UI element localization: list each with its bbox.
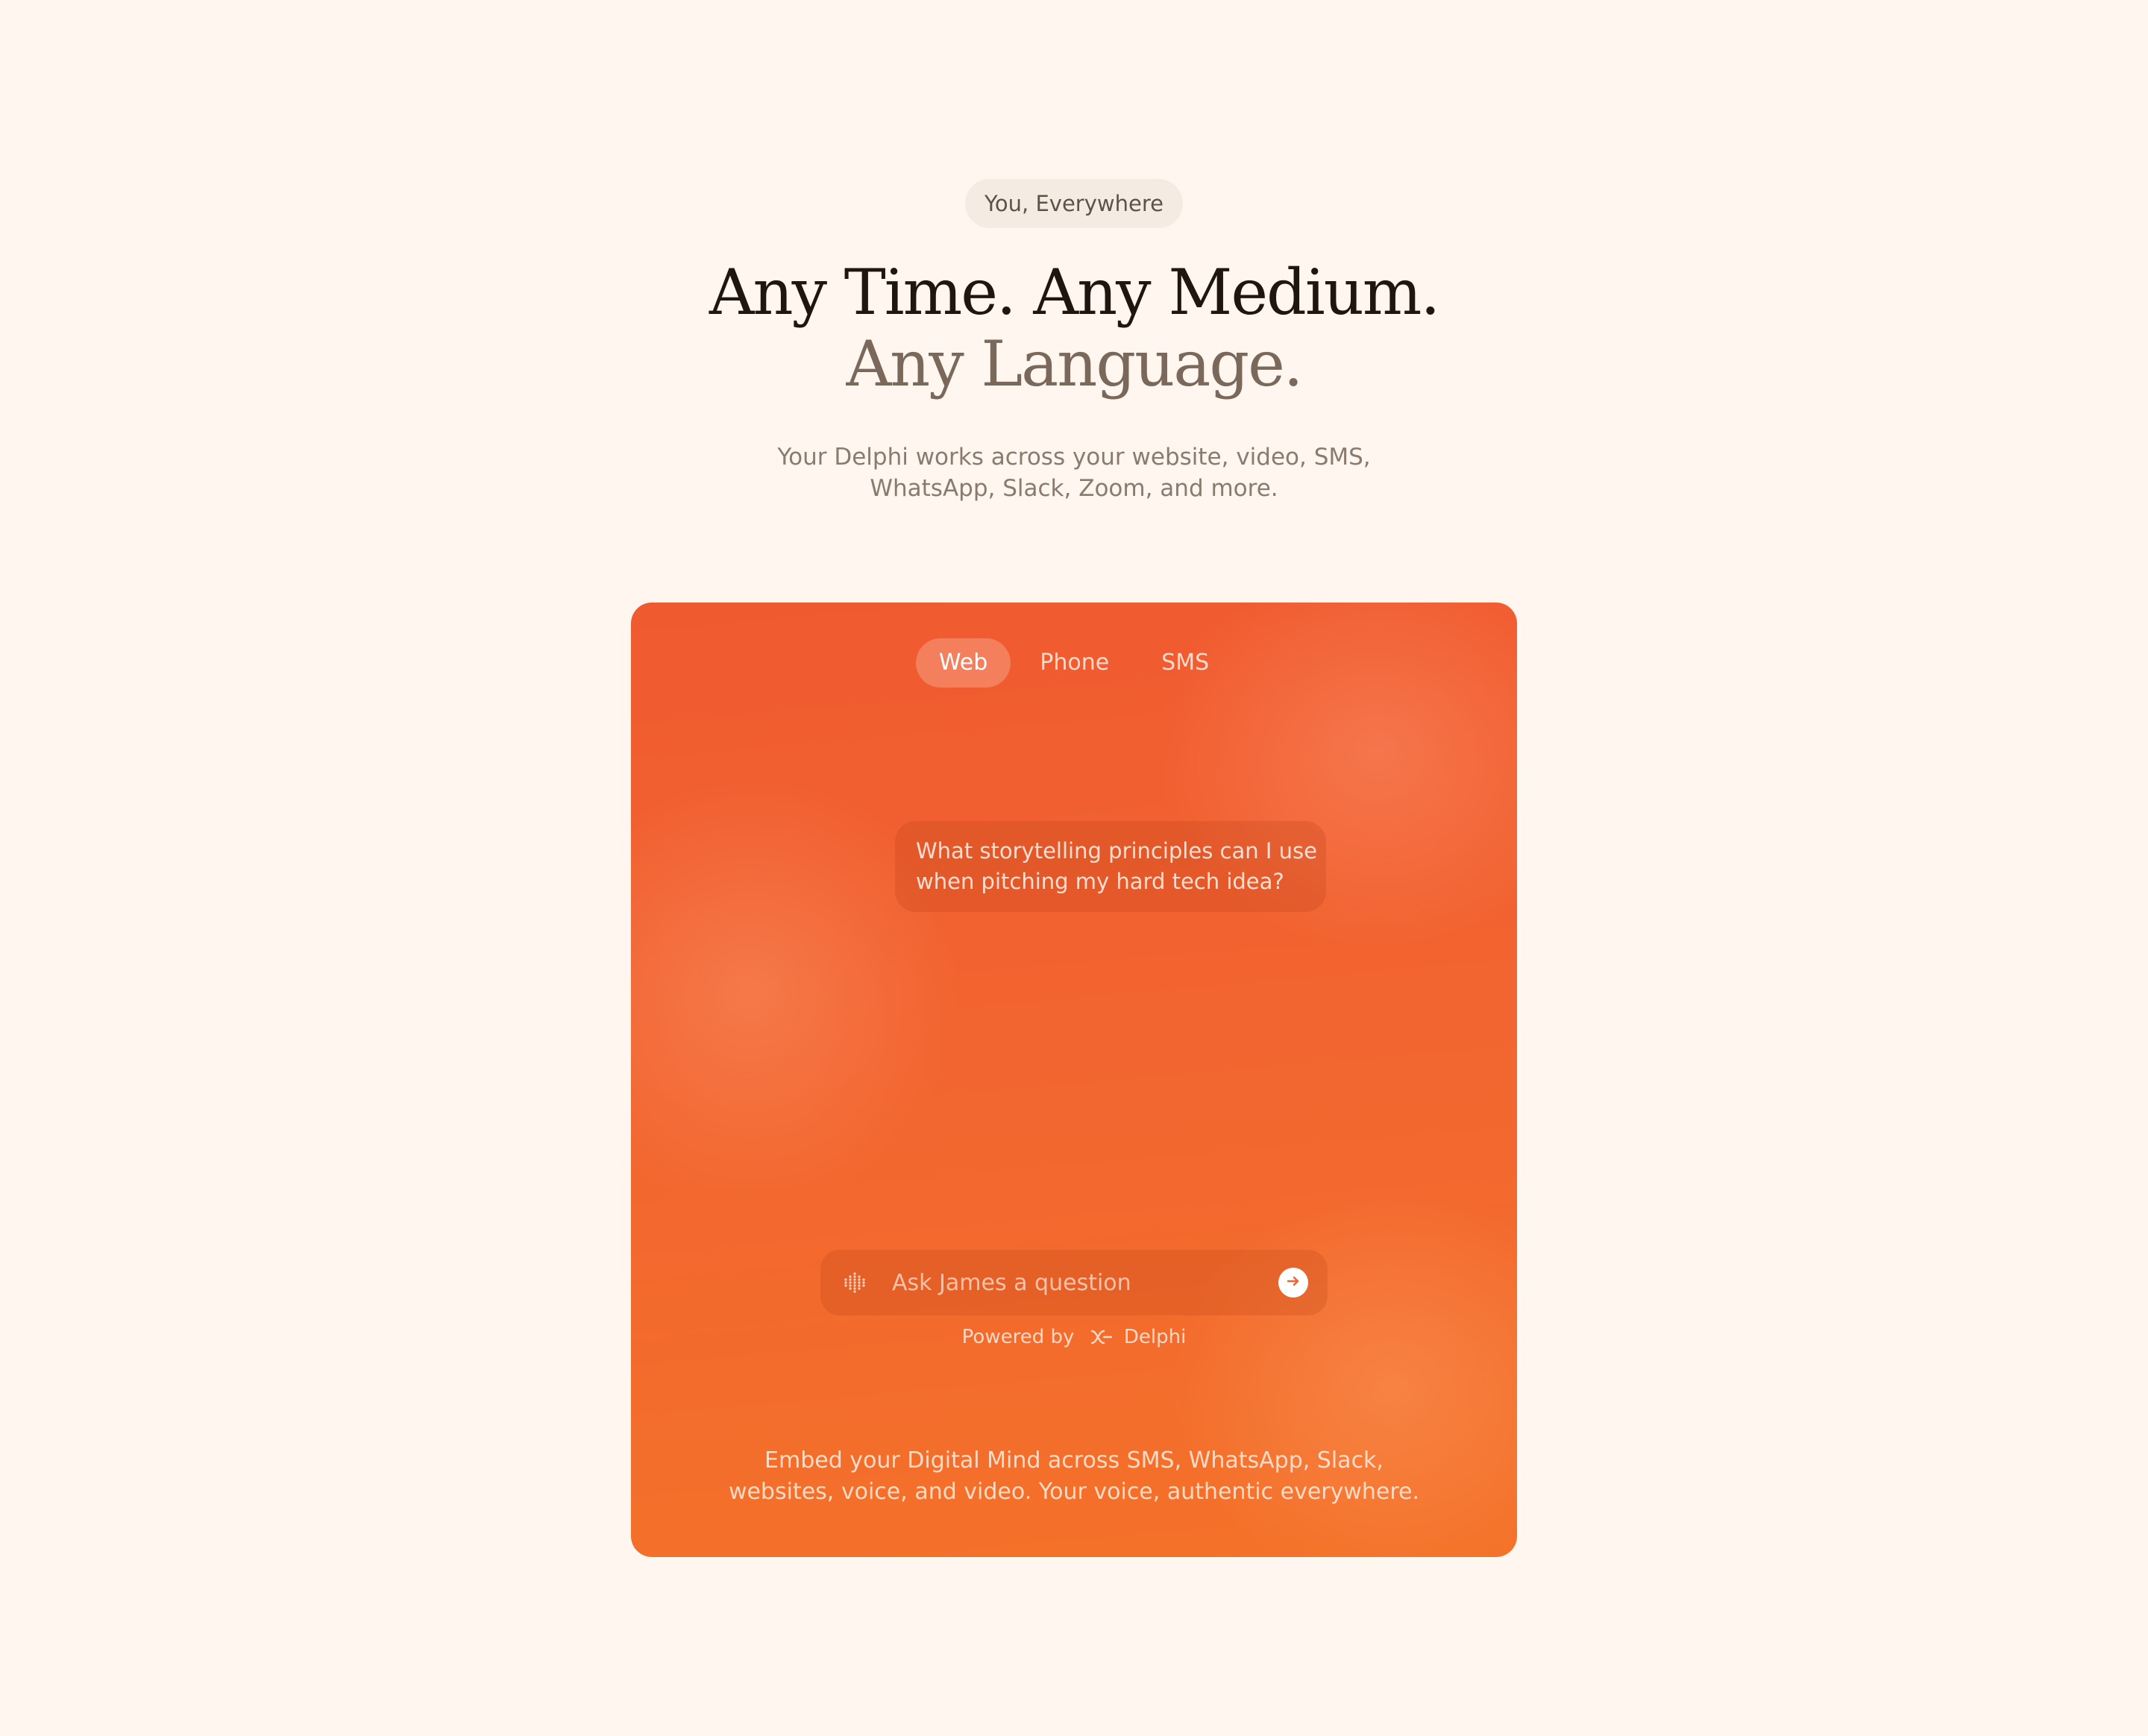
page-title: Any Time. Any Medium. Any Language. bbox=[0, 257, 2148, 400]
delphi-logo-icon bbox=[1090, 1327, 1114, 1345]
user-message-line-1: What storytelling principles can I use bbox=[916, 838, 1317, 864]
user-message-bubble: What storytelling principles can I use w… bbox=[895, 821, 1326, 912]
tab-sms[interactable]: SMS bbox=[1138, 638, 1232, 688]
section-badge: You, Everywhere bbox=[965, 179, 1183, 228]
powered-by: Powered by Delphi bbox=[631, 1324, 1517, 1350]
demo-card: Web Phone SMS What storytelling principl… bbox=[631, 603, 1517, 1557]
waveform-dots-icon[interactable] bbox=[841, 1269, 868, 1296]
headline-line-2: Any Language. bbox=[846, 327, 1303, 400]
arrow-right-icon bbox=[1285, 1273, 1301, 1292]
ask-question-input[interactable] bbox=[892, 1250, 1250, 1315]
tab-web[interactable]: Web bbox=[915, 638, 1011, 688]
user-message-line-2: when pitching my hard tech idea? bbox=[916, 869, 1284, 894]
tab-phone[interactable]: Phone bbox=[1017, 638, 1132, 688]
powered-by-label: Powered by bbox=[961, 1326, 1075, 1348]
send-button[interactable] bbox=[1278, 1268, 1308, 1298]
ask-question-bar bbox=[820, 1250, 1328, 1315]
embed-description-line-2: websites, voice, and video. Your voice, … bbox=[728, 1479, 1420, 1505]
embed-description: Embed your Digital Mind across SMS, What… bbox=[701, 1445, 1447, 1508]
embed-description-line-1: Embed your Digital Mind across SMS, What… bbox=[764, 1447, 1384, 1474]
hero-description: Your Delphi works across your website, v… bbox=[738, 441, 1410, 504]
brand-name[interactable]: Delphi bbox=[1124, 1326, 1186, 1348]
headline-line-1: Any Time. Any Medium. bbox=[709, 256, 1440, 329]
hero-description-line-1: Your Delphi works across your website, v… bbox=[777, 444, 1371, 471]
hero-description-line-2: WhatsApp, Slack, Zoom, and more. bbox=[870, 475, 1278, 502]
channel-tabs: Web Phone SMS bbox=[631, 638, 1517, 688]
